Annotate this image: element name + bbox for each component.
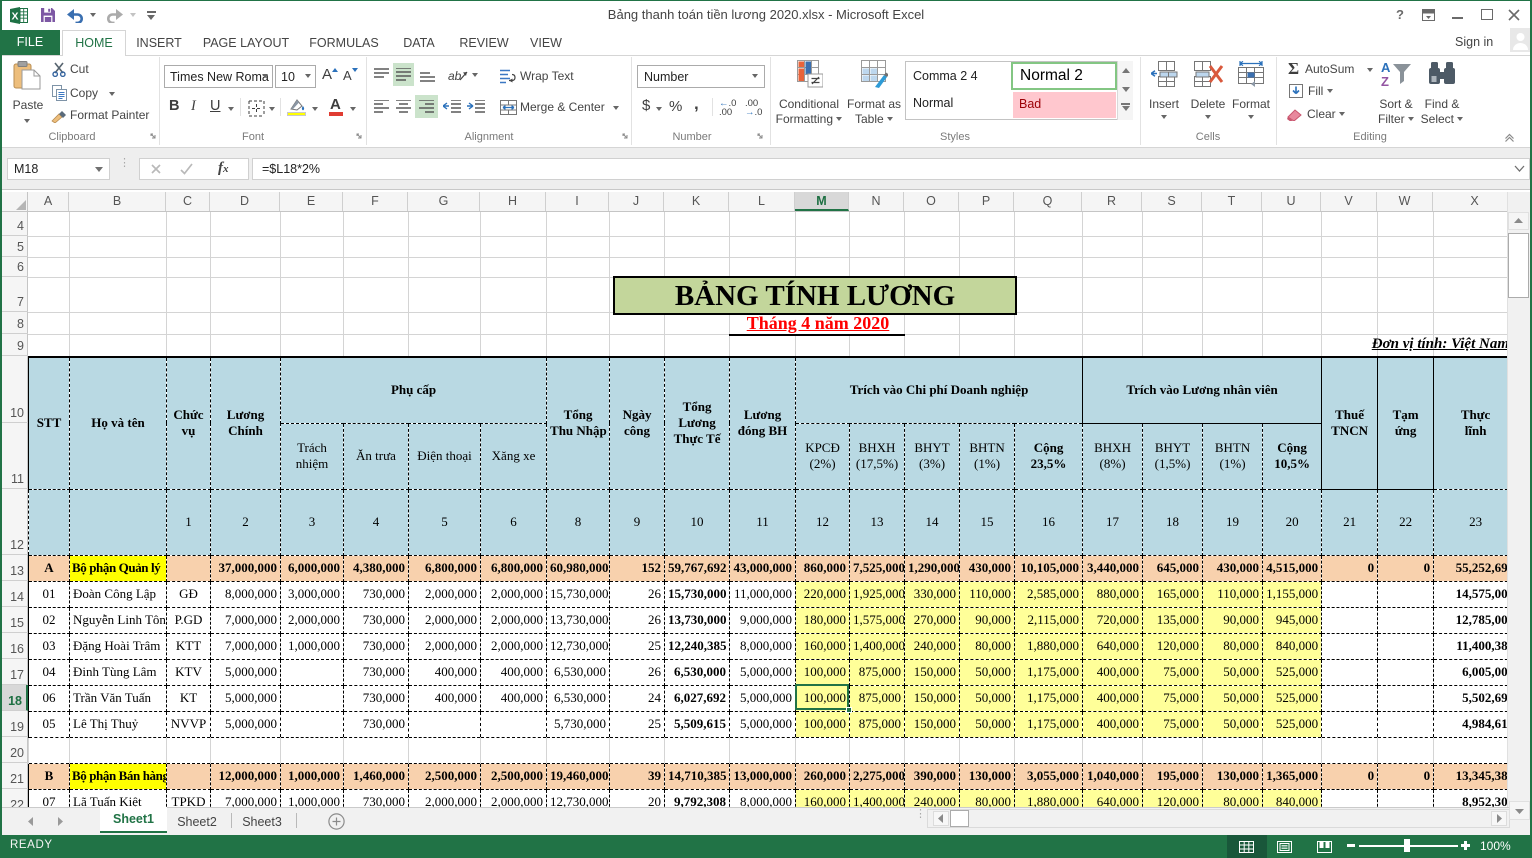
svg-text:X: X: [11, 11, 18, 23]
svg-text:Z: Z: [1381, 74, 1389, 88]
svg-text:A: A: [1381, 60, 1391, 75]
svg-text:ab: ab: [448, 69, 462, 83]
